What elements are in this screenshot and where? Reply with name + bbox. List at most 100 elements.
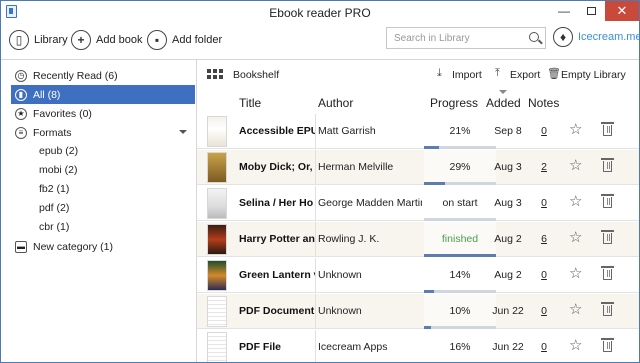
column-divider (315, 150, 316, 185)
maximize-button[interactable] (578, 1, 604, 21)
progress-cell: finished (424, 222, 496, 257)
book-cover[interactable] (207, 224, 227, 255)
delete-trash-icon[interactable] (601, 122, 614, 136)
sidebar-item-epub[interactable]: epub (2) (39, 142, 78, 161)
sidebar: ◷ Recently Read (6) ▮ All (8) ★ Favorite… (1, 60, 197, 362)
delete-trash-icon[interactable] (601, 158, 614, 172)
favorite-star-icon[interactable]: ☆ (569, 266, 582, 281)
notes-link[interactable]: 0 (535, 341, 553, 353)
favorite-star-icon[interactable]: ☆ (569, 158, 582, 173)
table-row[interactable]: Accessible EPUBMatt Garrish 21% Sep 8 0 ☆ (197, 114, 639, 149)
table-row[interactable]: Harry Potter an Rowling J. K. finished Aug … (197, 222, 639, 257)
column-progress[interactable]: Progress (430, 96, 478, 110)
export-icon[interactable]: ⤒ (495, 67, 500, 80)
search-box[interactable] (386, 27, 546, 49)
sidebar-item-all[interactable]: ▮ All (8) (11, 85, 195, 104)
book-title: PDF File (239, 341, 282, 353)
column-title[interactable]: Title (239, 96, 261, 110)
minimize-button[interactable]: — (551, 1, 577, 21)
sidebar-item-recently-read[interactable]: ◷ Recently Read (6) (11, 66, 195, 85)
notes-link[interactable]: 2 (535, 161, 553, 173)
favorite-star-icon[interactable]: ☆ (569, 338, 582, 353)
book-title: Green Lantern v (239, 269, 315, 281)
added-date: Aug 3 (494, 197, 522, 209)
main-toolbar: ▯ Library + Add book ▪ Add folder ♦ Icec… (1, 23, 639, 59)
add-folder-button[interactable]: ▪ Add folder (147, 28, 222, 52)
progress-fill (424, 146, 440, 149)
progress-fill (424, 254, 496, 257)
add-book-button[interactable]: + Add book (71, 28, 142, 52)
sidebar-item-favorites[interactable]: ★ Favorites (0) (11, 104, 195, 123)
grid-view-icon[interactable] (207, 69, 223, 80)
column-notes[interactable]: Notes (528, 96, 559, 110)
delete-trash-icon[interactable] (601, 302, 614, 316)
notes-link[interactable]: 0 (535, 197, 553, 209)
favorite-star-icon[interactable]: ☆ (569, 122, 582, 137)
table-row[interactable]: PDF Document Unknown 10% Jun 22 0 ☆ (197, 294, 639, 329)
sidebar-item-pdf[interactable]: pdf (2) (39, 199, 69, 218)
added-date: Aug 2 (494, 233, 522, 245)
book-author: Matt Garrish (318, 125, 376, 137)
book-title: Accessible EPUB (239, 125, 315, 137)
search-icon[interactable] (529, 32, 539, 42)
delete-trash-icon[interactable] (601, 194, 614, 208)
sidebar-item-label: Favorites (0) (33, 107, 92, 120)
format-icon: ≡ (15, 126, 27, 139)
bookshelf-panel: Bookshelf ⤓ Import ⤒ Export 🗑 Empty Libr… (197, 60, 639, 362)
window-title: Ebook reader PRO (269, 6, 371, 20)
favorite-star-icon[interactable]: ☆ (569, 302, 582, 317)
table-row[interactable]: Moby Dick; Or, Herman Melville 29% Aug 3 2 ☆ (197, 150, 639, 185)
book-author: Herman Melville (318, 161, 394, 173)
delete-trash-icon[interactable] (601, 338, 614, 352)
chevron-down-icon[interactable] (179, 130, 187, 134)
added-date: Aug 3 (494, 161, 522, 173)
delete-trash-icon[interactable] (601, 230, 614, 244)
progress-bar (424, 182, 496, 185)
book-cover[interactable] (207, 260, 227, 291)
clock-icon: ◷ (15, 69, 27, 82)
book-cover[interactable] (207, 296, 227, 327)
book-cover[interactable] (207, 152, 227, 183)
notes-link[interactable]: 0 (535, 269, 553, 281)
close-button[interactable]: ✕ (605, 1, 639, 21)
notes-link[interactable]: 6 (535, 233, 553, 245)
book-cover[interactable] (207, 188, 227, 219)
add-book-label: Add book (96, 34, 143, 46)
column-divider (315, 114, 316, 149)
table-row[interactable]: PDF File Icecream Apps 16% Jun 22 0 ☆ (197, 330, 639, 362)
empty-library-button[interactable]: Empty Library (561, 69, 626, 81)
added-date: Jun 22 (492, 341, 524, 353)
library-button[interactable]: ▯ Library (9, 28, 68, 52)
favorite-star-icon[interactable]: ☆ (569, 230, 582, 245)
bookshelf-toolbar: Bookshelf ⤓ Import ⤒ Export 🗑 Empty Libr… (197, 60, 639, 88)
notes-link[interactable]: 0 (535, 305, 553, 317)
progress-fill (424, 182, 445, 185)
book-cover[interactable] (207, 116, 227, 147)
column-author[interactable]: Author (318, 96, 353, 110)
column-divider (315, 186, 316, 221)
sidebar-item-new-category[interactable]: ▬ New category (1) (11, 237, 195, 256)
table-row[interactable]: Selina / Her Ho George Madden Martin on st… (197, 186, 639, 221)
sidebar-item-fb2[interactable]: fb2 (1) (39, 180, 69, 199)
book-cover[interactable] (207, 332, 227, 362)
progress-text: 16% (449, 341, 471, 353)
import-icon[interactable]: ⤓ (437, 67, 442, 80)
notes-link[interactable]: 0 (535, 125, 553, 137)
sidebar-item-formats[interactable]: ≡ Formats (11, 123, 195, 142)
progress-bar (424, 146, 496, 149)
delete-trash-icon[interactable] (601, 266, 614, 280)
search-input[interactable] (387, 28, 525, 48)
view-label: Bookshelf (233, 69, 280, 81)
brand-link[interactable]: ♦ Icecream.me (553, 27, 639, 47)
progress-text: finished (441, 233, 479, 245)
table-row[interactable]: Green Lantern v Unknown 14% Aug 2 0 ☆ (197, 258, 639, 293)
export-button[interactable]: Export (510, 69, 540, 81)
sidebar-item-mobi[interactable]: mobi (2) (39, 161, 78, 180)
book-title: Harry Potter an (239, 233, 315, 245)
column-added[interactable]: Added (486, 96, 521, 110)
sidebar-item-cbr[interactable]: cbr (1) (39, 218, 69, 237)
favorite-star-icon[interactable]: ☆ (569, 194, 582, 209)
trash-icon[interactable]: 🗑 (547, 67, 561, 80)
title-bar: Ebook reader PRO — ✕ (1, 1, 639, 23)
import-button[interactable]: Import (452, 69, 482, 81)
